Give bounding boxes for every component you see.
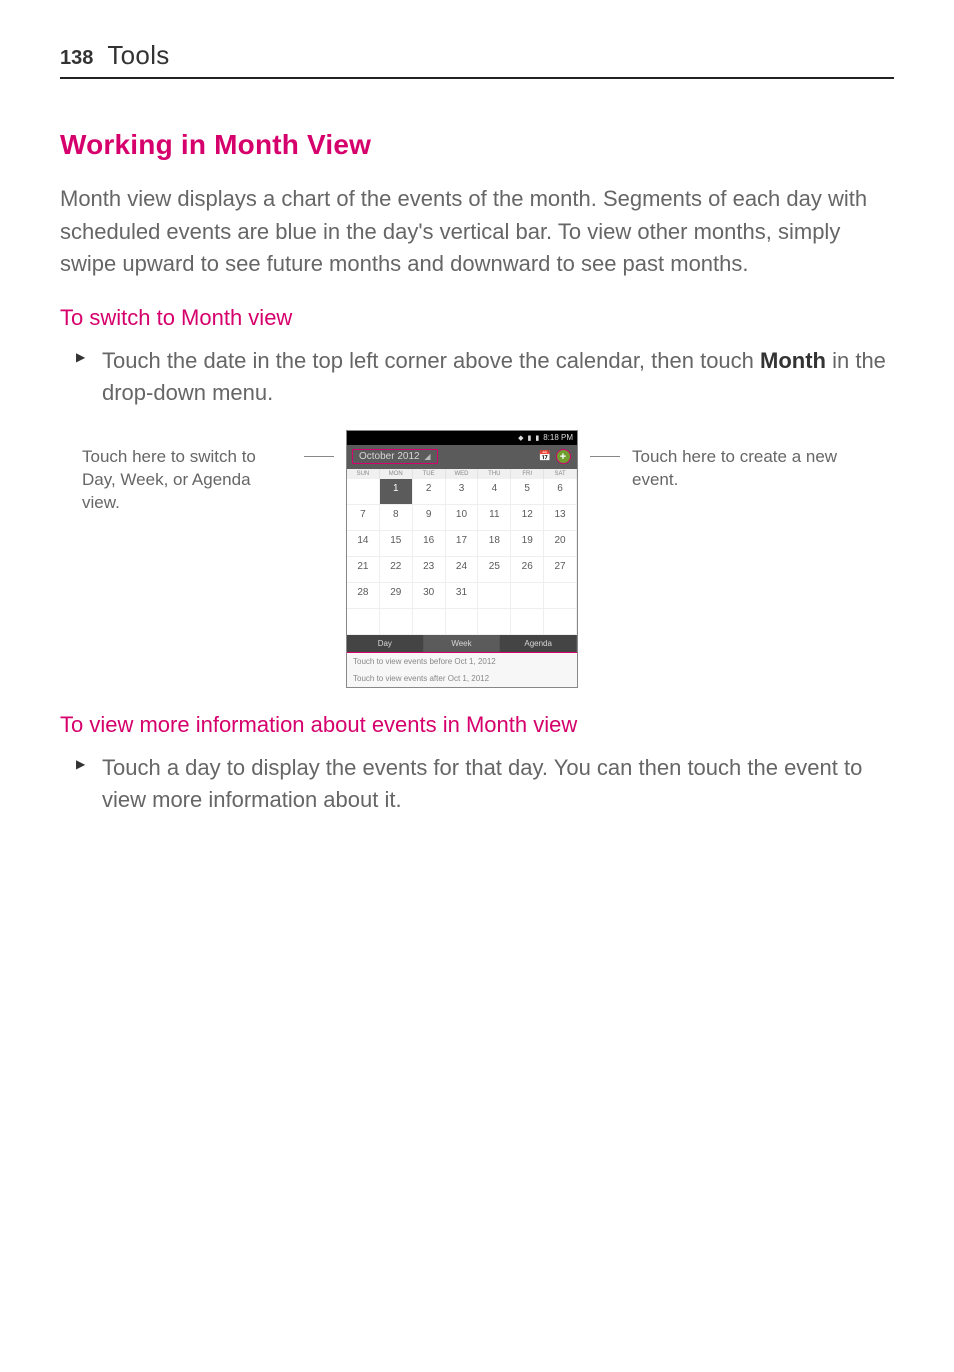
calendar-cell[interactable]: 25	[478, 557, 511, 583]
calendar-cell[interactable]	[511, 583, 544, 609]
weekday-label: WED	[446, 469, 479, 479]
bullet-item: Touch a day to display the events for th…	[102, 752, 894, 817]
weekday-label: THU	[478, 469, 511, 479]
weekday-label: FRI	[511, 469, 544, 479]
status-time: 8:18 PM	[543, 433, 573, 442]
calendar-cell[interactable]: 4	[478, 479, 511, 505]
view-tabs: Day Week Agenda	[347, 635, 577, 652]
phone-screenshot: 8:18 PM October 2012 ◢ 📅 + SUN MON TUE	[346, 430, 578, 688]
status-bar: 8:18 PM	[347, 431, 577, 445]
weekday-label: MON	[380, 469, 413, 479]
bullet-list: Touch the date in the top left corner ab…	[60, 345, 894, 410]
calendar-cell[interactable]: 7	[347, 505, 380, 531]
calendar-cell[interactable]: 21	[347, 557, 380, 583]
calendar-cell[interactable]: 5	[511, 479, 544, 505]
calendar-cell[interactable]	[380, 609, 413, 635]
calendar-cell[interactable]	[478, 609, 511, 635]
calendar-cell[interactable]: 30	[413, 583, 446, 609]
calendar-cell[interactable]: 8	[380, 505, 413, 531]
calendar-cell[interactable]: 1	[380, 479, 413, 505]
annotation-left: Touch here to switch to Day, Week, or Ag…	[82, 430, 292, 515]
weekday-label: SAT	[544, 469, 577, 479]
calendar-cell[interactable]	[347, 479, 380, 505]
calendar-cell[interactable]: 28	[347, 583, 380, 609]
bullet-list: Touch a day to display the events for th…	[60, 752, 894, 817]
connector-line-right	[590, 456, 620, 457]
calendar-cell[interactable]	[446, 609, 479, 635]
calendar-cell[interactable]: 13	[544, 505, 577, 531]
calendar-cell[interactable]: 6	[544, 479, 577, 505]
calendar-cell[interactable]: 18	[478, 531, 511, 557]
hint-before[interactable]: Touch to view events before Oct 1, 2012	[347, 652, 577, 670]
app-bar: October 2012 ◢ 📅 +	[347, 445, 577, 469]
calendar-cell[interactable]: 11	[478, 505, 511, 531]
page-title: Tools	[107, 40, 169, 71]
calendar-grid[interactable]: 1234567891011121314151617181920212223242…	[347, 479, 577, 635]
calendar-cell[interactable]	[544, 609, 577, 635]
calendar-cell[interactable]	[347, 609, 380, 635]
calendar-cell[interactable]: 3	[446, 479, 479, 505]
calendar-cell[interactable]: 16	[413, 531, 446, 557]
tab-week[interactable]: Week	[424, 635, 501, 652]
calendar-cell[interactable]: 24	[446, 557, 479, 583]
calendar-cell[interactable]: 19	[511, 531, 544, 557]
hint-after[interactable]: Touch to view events after Oct 1, 2012	[347, 670, 577, 687]
section-heading-working-month-view: Working in Month View	[60, 129, 894, 161]
plus-icon: +	[556, 449, 571, 464]
bullet-item: Touch the date in the top left corner ab…	[102, 345, 894, 410]
calendar-cell[interactable]	[478, 583, 511, 609]
calendar-cell[interactable]: 20	[544, 531, 577, 557]
calendar-cell[interactable]: 17	[446, 531, 479, 557]
tab-day[interactable]: Day	[347, 635, 424, 652]
running-header: 138 Tools	[60, 40, 894, 79]
calendar-cell[interactable]: 31	[446, 583, 479, 609]
figure: Touch here to switch to Day, Week, or Ag…	[82, 430, 894, 688]
calendar-cell[interactable]: 29	[380, 583, 413, 609]
calendar-cell[interactable]: 14	[347, 531, 380, 557]
calendar-cell[interactable]	[511, 609, 544, 635]
bullet-text-bold: Month	[760, 348, 826, 373]
calendar-cell[interactable]: 22	[380, 557, 413, 583]
subheading-view-more-info: To view more information about events in…	[60, 712, 894, 738]
calendar-cell[interactable]: 10	[446, 505, 479, 531]
battery-icon	[535, 433, 539, 442]
calendar-cell[interactable]: 9	[413, 505, 446, 531]
calendar-cell[interactable]	[544, 583, 577, 609]
wifi-icon	[527, 433, 531, 442]
weekday-label: TUE	[413, 469, 446, 479]
calendar-cell[interactable]	[413, 609, 446, 635]
calendar-cell[interactable]: 27	[544, 557, 577, 583]
calendar-cell[interactable]: 2	[413, 479, 446, 505]
calendar-cell[interactable]: 15	[380, 531, 413, 557]
dropdown-triangle-icon: ◢	[424, 452, 430, 461]
month-switcher[interactable]: October 2012 ◢	[352, 449, 536, 464]
page-number: 138	[60, 47, 93, 70]
bullet-text-pre: Touch the date in the top left corner ab…	[102, 348, 760, 373]
section-body: Month view displays a chart of the event…	[60, 183, 894, 281]
annotation-right: Touch here to create a new event.	[632, 430, 852, 492]
weekday-label: SUN	[347, 469, 380, 479]
month-label: October 2012	[359, 451, 420, 462]
today-icon[interactable]: 📅	[536, 451, 554, 462]
signal-icon	[518, 433, 523, 442]
subheading-switch-month-view: To switch to Month view	[60, 305, 894, 331]
connector-line-left	[304, 456, 334, 457]
calendar-cell[interactable]: 23	[413, 557, 446, 583]
page: 138 Tools Working in Month View Month vi…	[0, 0, 954, 877]
calendar-cell[interactable]: 12	[511, 505, 544, 531]
calendar-cell[interactable]: 26	[511, 557, 544, 583]
tab-agenda[interactable]: Agenda	[500, 635, 577, 652]
add-event-button[interactable]: +	[554, 449, 572, 464]
weekday-header: SUN MON TUE WED THU FRI SAT	[347, 469, 577, 479]
